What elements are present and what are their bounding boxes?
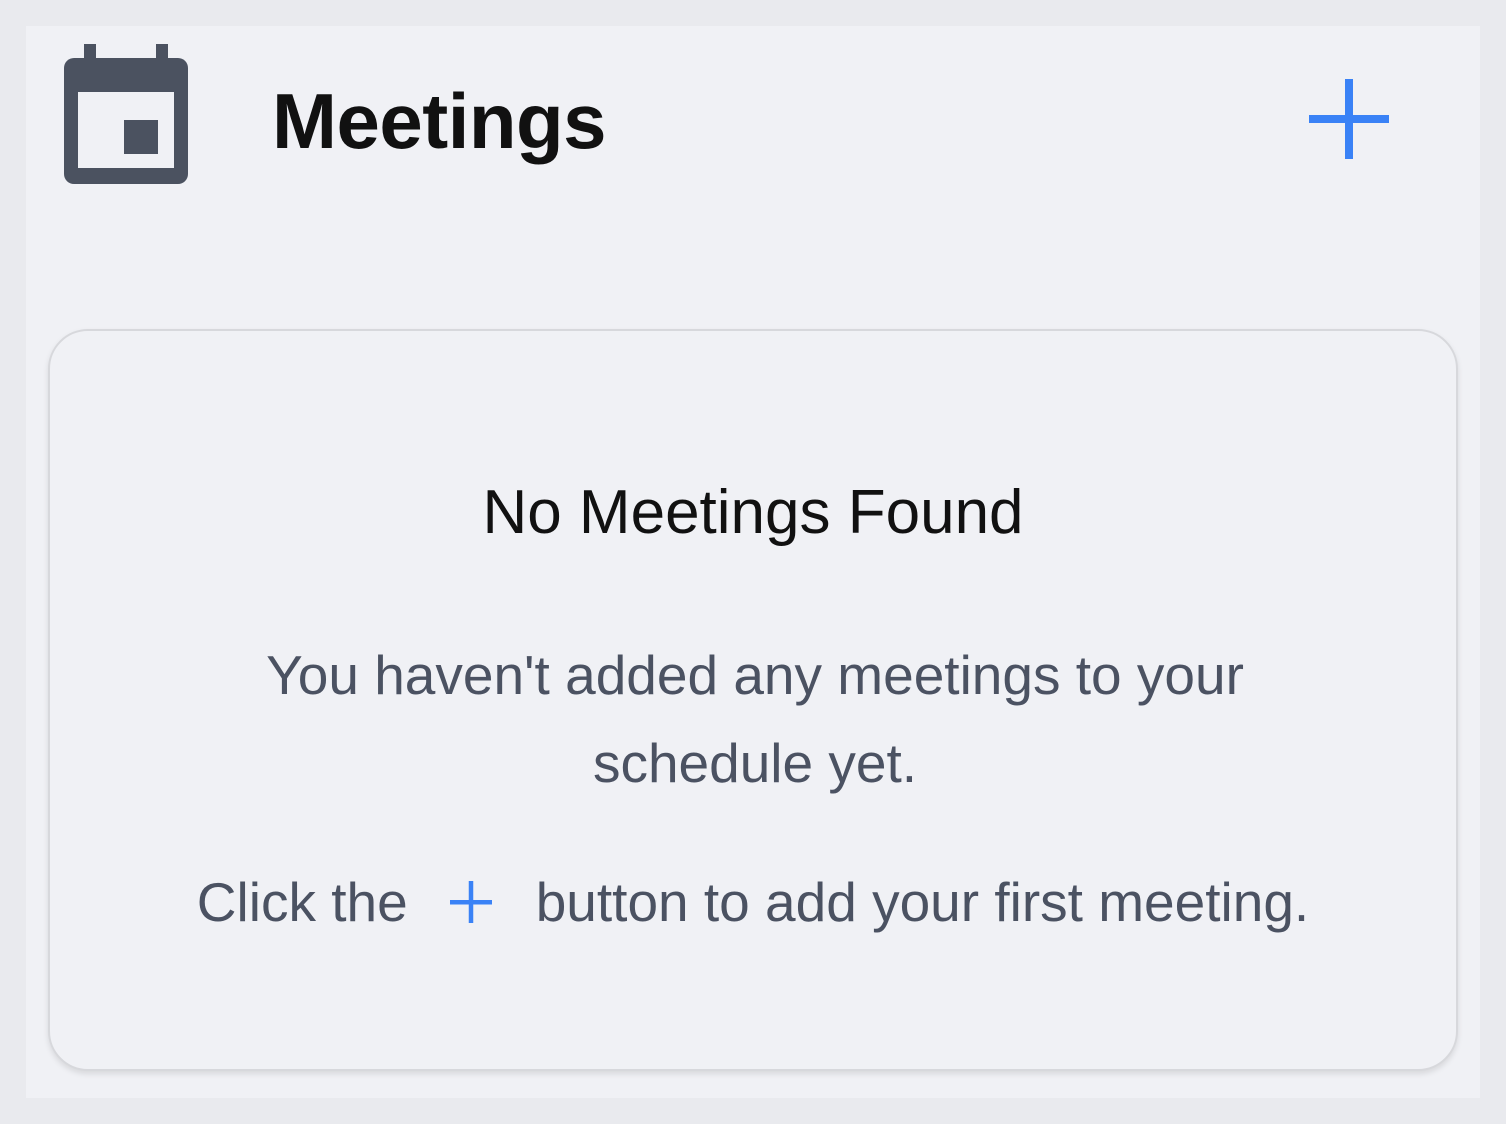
plus-icon [1309, 79, 1389, 159]
meetings-header: Meetings [26, 26, 1480, 226]
page-title: Meetings [272, 77, 607, 165]
empty-state-description: You haven't added any meetings to your s… [266, 644, 1244, 794]
empty-state-hint: Click the button to add your first meeti… [50, 867, 1456, 937]
hint-text-after: button to add your first meeting. [535, 871, 1310, 933]
hint-text-before: Click the [196, 871, 408, 933]
empty-state-card: No Meetings Found You haven't added any … [48, 329, 1458, 1071]
calendar-icon [64, 44, 188, 184]
empty-state-title: No Meetings Found [482, 478, 1024, 547]
meetings-panel: Meetings No Meetings Found You haven't a… [26, 26, 1480, 1098]
add-meeting-button[interactable] [1304, 74, 1394, 164]
plus-icon [449, 881, 492, 923]
